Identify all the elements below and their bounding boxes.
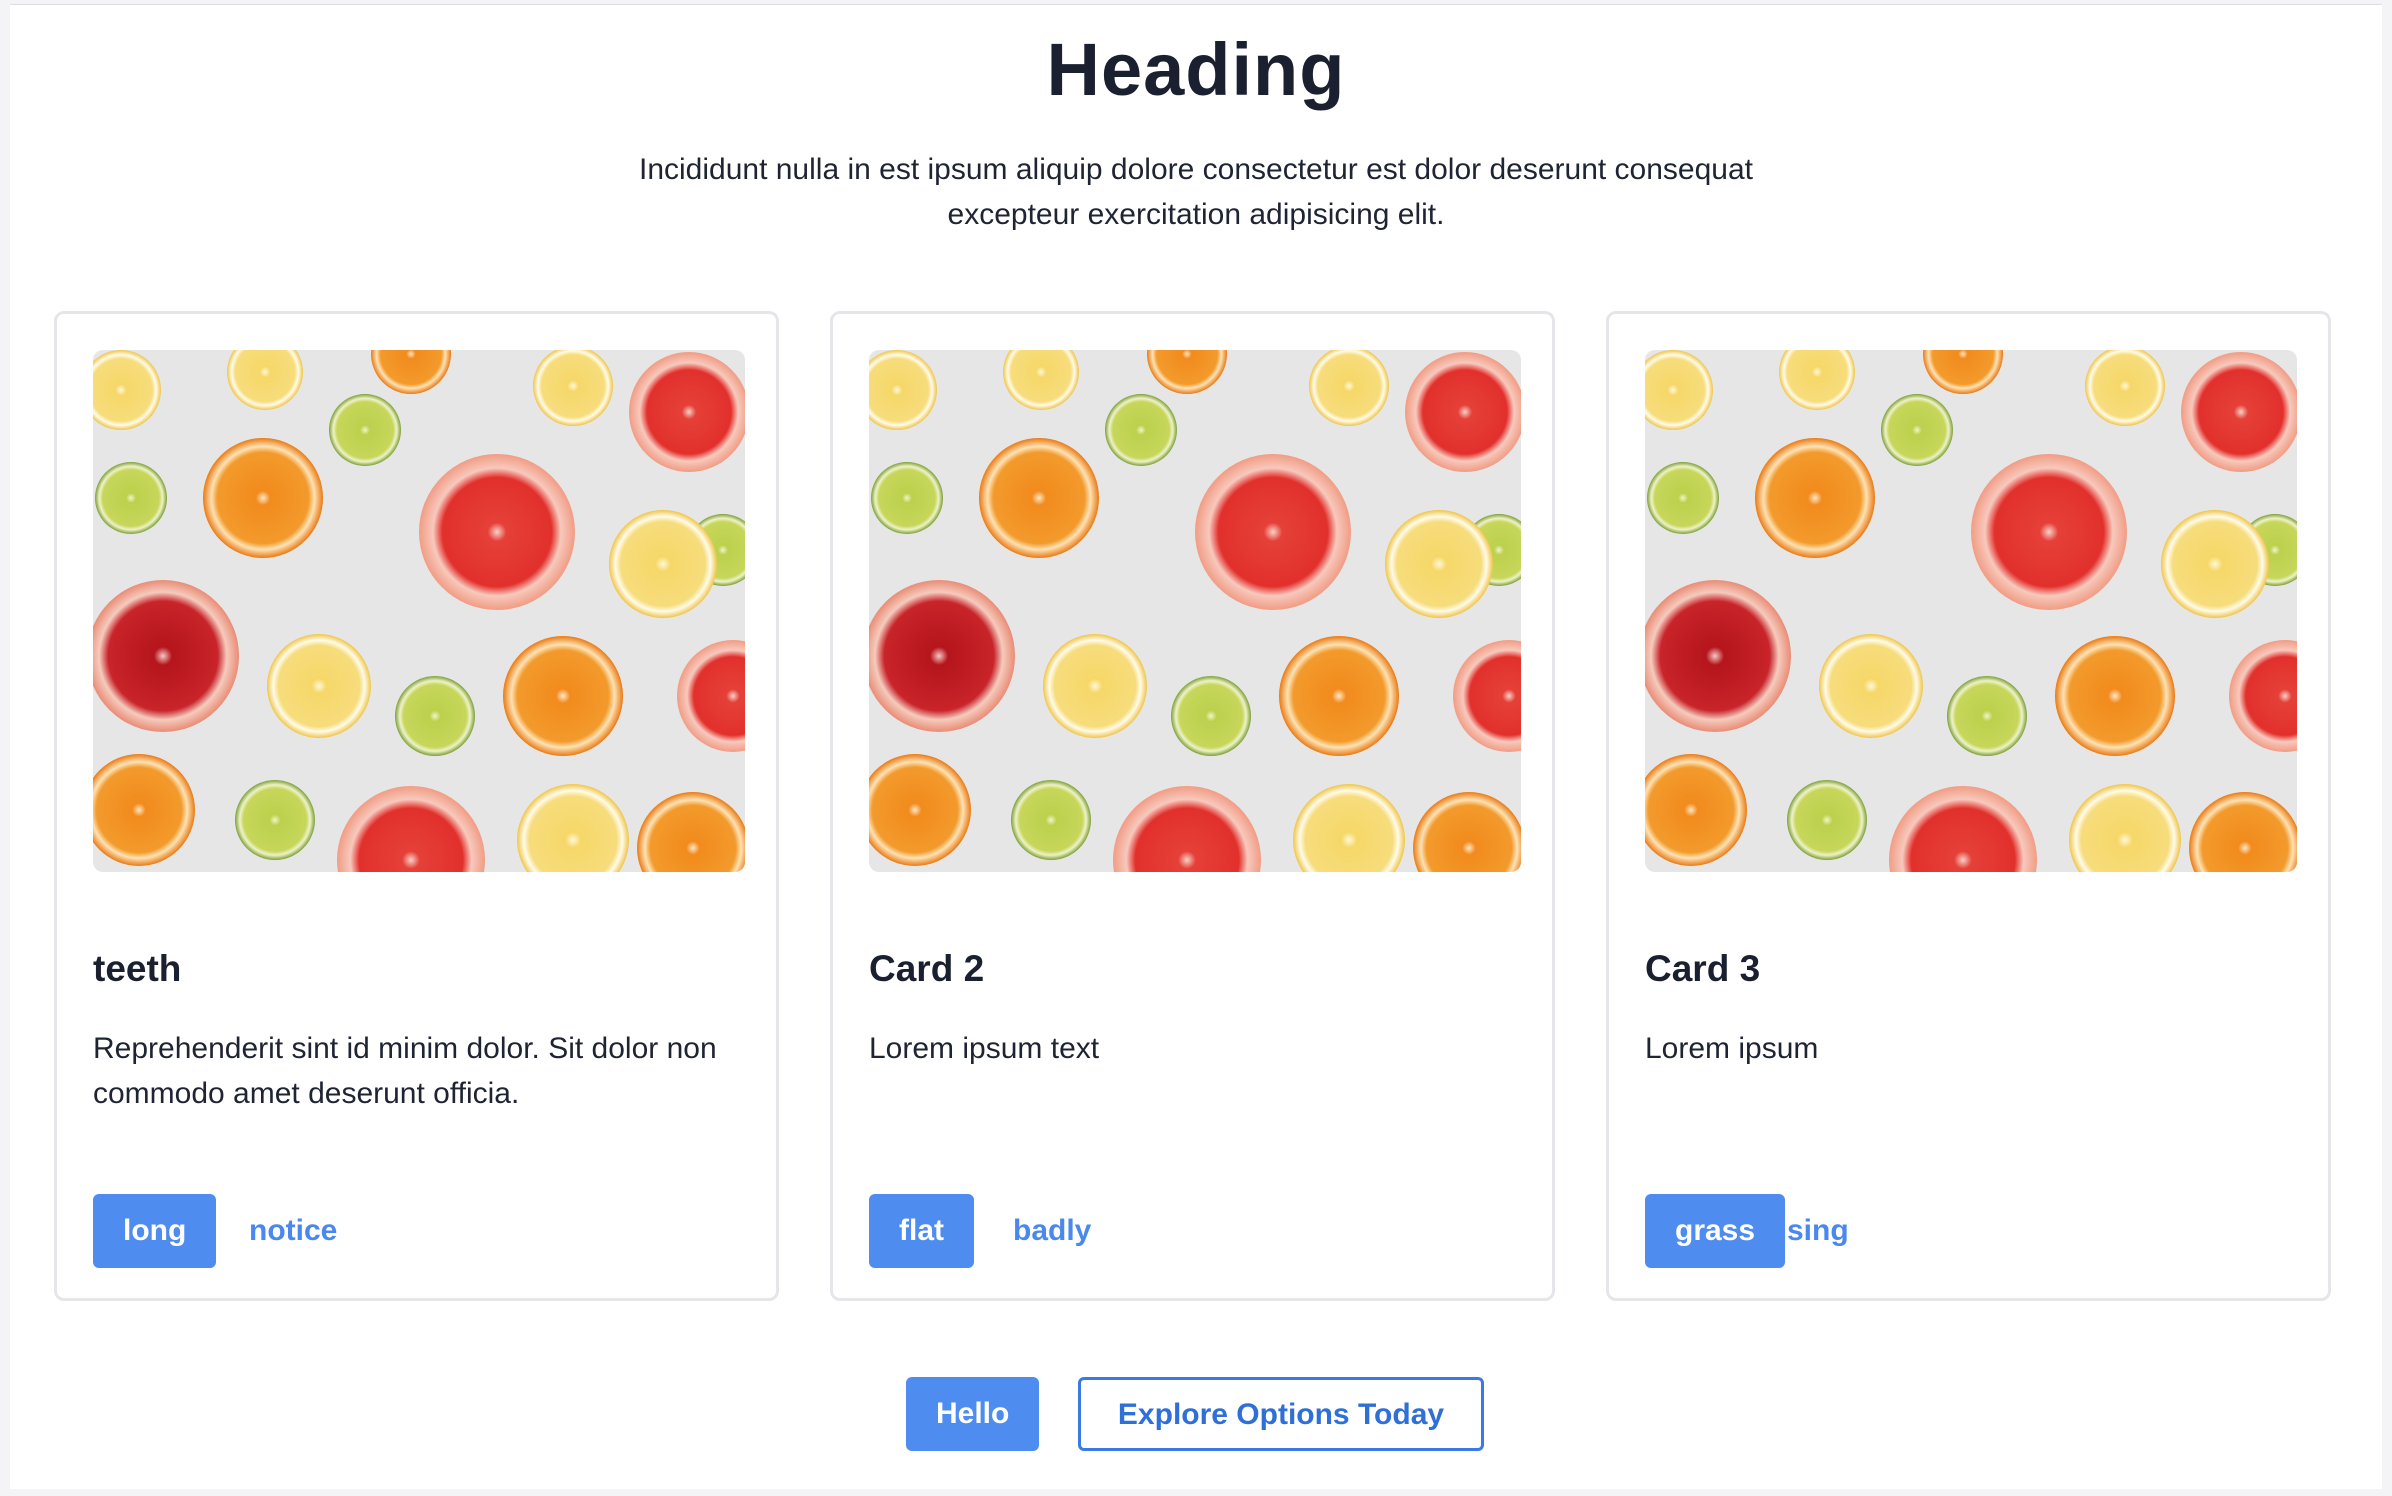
citrus-slices-image — [1645, 350, 2297, 872]
page-subtitle: Incididunt nulla in est ipsum aliquip do… — [638, 153, 1753, 231]
card-image — [93, 350, 745, 872]
card-2: Card 2 Lorem ipsum text flat badly — [830, 311, 1555, 1301]
card-title: Card 3 — [1645, 948, 1761, 989]
card-body: Reprehenderit sint id minim dolor. Sit d… — [93, 1032, 717, 1110]
citrus-slices-image — [869, 350, 1521, 872]
card-3: Card 3 Lorem ipsum grass sing — [1606, 311, 2331, 1301]
card-primary-button[interactable]: grass — [1645, 1194, 1786, 1268]
card-1: teeth Reprehenderit sint id minim dolor.… — [54, 311, 779, 1301]
card-image — [869, 350, 1521, 872]
card-primary-button[interactable]: long — [93, 1194, 217, 1268]
card-image — [1645, 350, 2297, 872]
card-link-button[interactable]: sing — [1787, 1194, 1849, 1268]
card-link-button[interactable]: notice — [249, 1194, 337, 1268]
hello-button[interactable]: Hello — [906, 1377, 1040, 1451]
card-primary-button[interactable]: flat — [869, 1194, 974, 1268]
page: Heading Incididunt nulla in est ipsum al… — [10, 4, 2382, 1489]
card-link-button[interactable]: badly — [1013, 1194, 1091, 1268]
citrus-slices-image — [93, 350, 745, 872]
explore-options-button[interactable]: Explore Options Today — [1078, 1377, 1484, 1451]
page-title: Heading — [1046, 28, 1346, 111]
card-title: teeth — [93, 948, 182, 989]
card-title: Card 2 — [869, 948, 985, 989]
card-body: Lorem ipsum text — [869, 1032, 1100, 1065]
card-body: Lorem ipsum — [1645, 1032, 1819, 1065]
